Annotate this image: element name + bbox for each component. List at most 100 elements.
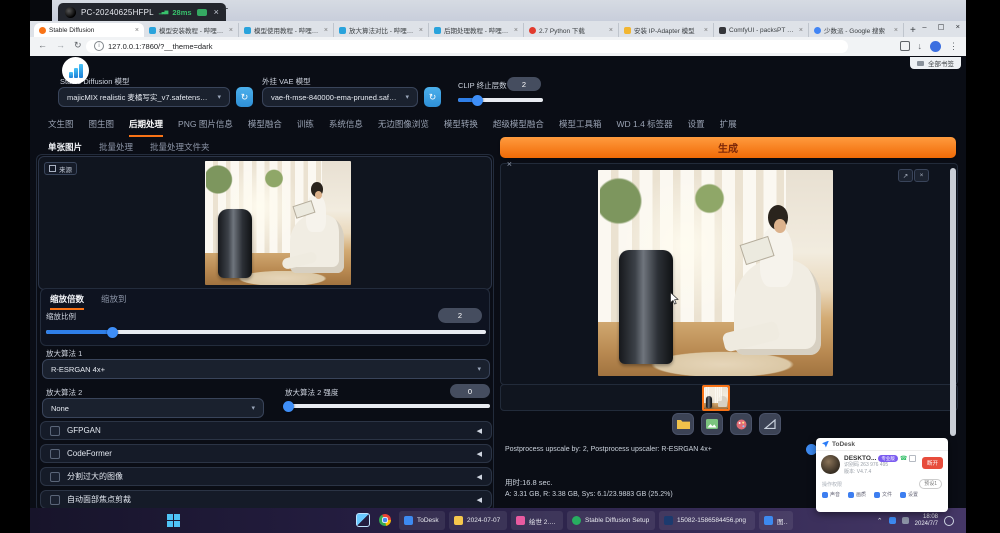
quality-control[interactable]: 画质 <box>848 491 866 498</box>
remote-new-tab-button[interactable]: + <box>222 3 228 15</box>
settings-control[interactable]: 设置 <box>900 491 918 498</box>
tab-txt2img[interactable]: 文生图 <box>48 118 74 137</box>
tab-close-icon[interactable]: × <box>799 27 803 34</box>
site-info-icon[interactable]: i <box>94 41 104 51</box>
taskbar-clock[interactable]: 18:08 2024/7/7 <box>915 514 938 528</box>
checkbox[interactable] <box>50 449 60 459</box>
remote-session-tab[interactable]: PC-20240625HFPL ▁▃▅ 28ms × <box>58 3 226 21</box>
open-folder-button[interactable] <box>672 413 694 435</box>
tray-icon[interactable] <box>902 517 909 524</box>
taskbar-item-png-file[interactable]: 15082-1586584456.png <box>659 511 755 530</box>
browser-menu-icon[interactable]: ⋮ <box>949 41 958 52</box>
save-image-button[interactable] <box>701 413 723 435</box>
tab-img2img[interactable]: 图生图 <box>89 118 115 137</box>
browser-tab[interactable]: ComfyUI - packsPT Studio× <box>714 23 809 37</box>
refresh-models-button[interactable]: ↻ <box>236 87 253 107</box>
resize-value[interactable]: 2 <box>438 308 482 323</box>
phone-icon[interactable]: ☎ <box>900 455 907 462</box>
taskbar-item-todesk[interactable]: ToDesk <box>399 511 445 530</box>
tab-extras[interactable]: 后期处理 <box>129 118 163 137</box>
forward-button[interactable]: → <box>56 40 65 51</box>
checkbox[interactable] <box>50 426 60 436</box>
taskbar-item-sd-setup[interactable]: Stable Diffusion Setup <box>567 511 655 530</box>
tab-system-info[interactable]: 系统信息 <box>329 118 363 137</box>
tab-close-icon[interactable]: × <box>514 27 518 34</box>
all-bookmarks-button[interactable]: 全部书签 <box>910 57 961 69</box>
tab-close-icon[interactable]: × <box>135 27 139 34</box>
preset-button[interactable]: 预设1 <box>919 479 942 489</box>
taskbar-item-launcher[interactable]: 绘世 2.6.5 <box>511 511 563 530</box>
accordion-gfpgan[interactable]: GFPGAN ◀ <box>40 421 492 440</box>
checkbox[interactable] <box>50 495 60 505</box>
back-button[interactable]: ← <box>38 40 47 51</box>
browser-tab[interactable]: 放大算法对比 - 哔哩哔哩× <box>334 23 429 37</box>
tab-extensions[interactable]: 扩展 <box>720 118 737 137</box>
task-view-button[interactable] <box>355 512 371 528</box>
tab-png-info[interactable]: PNG 图片信息 <box>178 118 233 137</box>
accordion-codeformer[interactable]: CodeFormer ◀ <box>40 444 492 463</box>
expand-image-button[interactable]: ↗ <box>898 169 913 182</box>
browser-tab[interactable]: 少数派 - Google 搜索× <box>809 23 904 37</box>
resize-slider[interactable] <box>46 330 486 334</box>
tab-wd14-tagger[interactable]: WD 1.4 标签器 <box>616 118 672 137</box>
close-result-button[interactable]: × <box>914 169 929 182</box>
browser-tab[interactable]: 2.7 Python 下载× <box>524 23 619 37</box>
tab-close-icon[interactable]: × <box>419 27 423 34</box>
page-scrollbar[interactable] <box>950 168 956 436</box>
clip-skip-value[interactable]: 2 <box>507 77 541 91</box>
upscaler1-dropdown[interactable]: R-ESRGAN 4x+ ▾ <box>42 359 490 379</box>
ruler-button[interactable] <box>759 413 781 435</box>
close-window-button[interactable]: × <box>956 22 960 31</box>
checkbox[interactable] <box>50 472 60 482</box>
browser-tab[interactable]: 安装 IP-Adapter 模型× <box>619 23 714 37</box>
disconnect-button[interactable]: 断开 <box>922 457 943 469</box>
upscaler2-dropdown[interactable]: None ▾ <box>42 398 264 418</box>
generate-button[interactable]: 生成 <box>500 137 956 158</box>
refresh-vae-button[interactable]: ↻ <box>424 87 441 107</box>
upscaler2-strength-slider[interactable] <box>285 404 490 408</box>
tab-settings[interactable]: 设置 <box>688 118 705 137</box>
taskbar-item-pictures[interactable]: 图片 <box>759 511 793 530</box>
vae-dropdown[interactable]: vae-ft-mse-840000-ema-pruned.safetensors… <box>262 87 418 107</box>
accordion-auto-focal-crop[interactable]: 自动面部焦点剪裁 ◀ <box>40 490 492 509</box>
remote-tab-close-icon[interactable]: × <box>214 7 219 17</box>
accordion-split-oversized[interactable]: 分割过大的图像 ◀ <box>40 467 492 486</box>
browser-tab-active[interactable]: Stable Diffusion × <box>34 23 144 37</box>
tab-model-converter[interactable]: 模型转换 <box>444 118 478 137</box>
chrome-taskbar-button[interactable] <box>377 512 393 528</box>
tab-close-icon[interactable]: × <box>229 27 233 34</box>
file-control[interactable]: 文件 <box>874 491 892 498</box>
start-button[interactable] <box>167 514 180 532</box>
palette-button[interactable] <box>730 413 752 435</box>
reload-button[interactable]: ↻ <box>74 40 82 51</box>
extension-icon[interactable] <box>900 41 910 51</box>
tab-super-merger[interactable]: 超级模型融合 <box>493 118 544 137</box>
browser-new-tab-button[interactable]: + <box>910 25 916 36</box>
tab-close-icon[interactable]: × <box>324 27 328 34</box>
browser-tab[interactable]: 模型安装教程 - 哔哩哔哩× <box>144 23 239 37</box>
browser-tab[interactable]: 模型使用教程 - 哔哩哔哩× <box>239 23 334 37</box>
todesk-header[interactable]: ToDesk <box>816 438 948 451</box>
tab-infinite-browser[interactable]: 无边图像浏览 <box>378 118 429 137</box>
sd-model-dropdown[interactable]: majicMIX realistic 麦橘写实_v7.safetensors [… <box>58 87 230 107</box>
mic-icon[interactable] <box>909 455 916 462</box>
tab-scale-to[interactable]: 缩放到 <box>101 293 127 310</box>
upscaler2-strength-value[interactable]: 0 <box>450 384 490 398</box>
clip-skip-slider[interactable] <box>458 98 543 102</box>
gallery-thumbnail-selected[interactable] <box>702 385 730 411</box>
tray-todesk-icon[interactable] <box>889 517 896 524</box>
source-image-preview[interactable] <box>205 161 351 285</box>
tab-checkpoint-merger[interactable]: 模型融合 <box>248 118 282 137</box>
profile-avatar[interactable] <box>930 41 941 52</box>
taskbar-item-folder[interactable]: 2024-07-07 <box>449 511 507 530</box>
download-icon[interactable]: ↓ <box>918 41 923 51</box>
tab-close-icon[interactable]: × <box>609 27 613 34</box>
result-image[interactable] <box>598 170 833 376</box>
tray-expand-icon[interactable]: ⌃ <box>877 517 883 525</box>
tab-close-icon[interactable]: × <box>704 27 708 34</box>
clear-image-button[interactable]: × <box>507 159 512 169</box>
tab-model-toolkit[interactable]: 模型工具箱 <box>559 118 602 137</box>
tab-close-icon[interactable]: × <box>894 27 898 34</box>
minimize-button[interactable]: – <box>922 22 926 31</box>
url-field[interactable]: i 127.0.0.1:7860/?__theme=dark <box>86 40 848 53</box>
